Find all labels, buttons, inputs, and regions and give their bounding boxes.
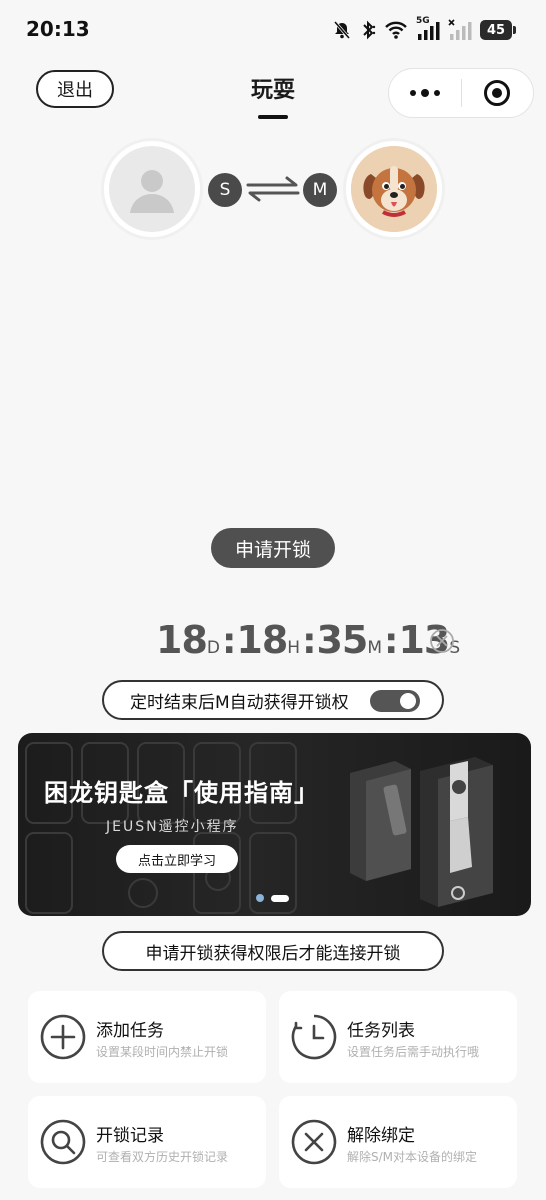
- card-title: 解除绑定: [347, 1126, 415, 1146]
- badge-m: M: [303, 173, 337, 207]
- title-underline: [258, 115, 288, 119]
- task-list-card[interactable]: 任务列表 设置任务后需手动执行哦: [279, 991, 517, 1083]
- banner-dot-active[interactable]: [271, 894, 289, 902]
- request-unlock-button[interactable]: 申请开锁: [211, 528, 335, 568]
- card-desc: 设置任务后需手动执行哦: [347, 1045, 480, 1059]
- banner-dot[interactable]: [256, 894, 264, 902]
- card-desc: 解除S/M对本设备的绑定: [347, 1150, 478, 1164]
- countdown-days-unit: D: [206, 638, 220, 658]
- avatar-m[interactable]: [346, 141, 442, 237]
- guide-banner[interactable]: 困龙钥匙盒「使用指南」 JEUSN遥控小程序 点击立即学习: [18, 733, 531, 916]
- unbind-card[interactable]: 解除绑定 解除S/M对本设备的绑定: [279, 1096, 517, 1188]
- dog-avatar-icon: [351, 146, 437, 232]
- default-user-icon: [109, 146, 195, 232]
- search-icon: [40, 1119, 86, 1165]
- countdown-separator: :: [384, 621, 399, 662]
- signal-x-icon: [448, 19, 472, 41]
- learn-now-button[interactable]: 点击立即学习: [116, 845, 238, 873]
- key-box-product-image: [338, 743, 518, 916]
- mini-program-capsule: [388, 68, 534, 118]
- banner-subtitle: JEUSN遥控小程序: [106, 819, 239, 835]
- permission-notice: 申请开锁获得权限后才能连接开锁: [102, 931, 444, 971]
- bell-muted-icon: [332, 20, 352, 40]
- close-circle-icon: [291, 1119, 337, 1165]
- card-desc: 可查看双方历史开锁记录: [96, 1150, 229, 1164]
- network-label: 5G: [416, 16, 430, 26]
- swap-arrows-icon: [246, 175, 300, 207]
- unlock-log-card[interactable]: 开锁记录 可查看双方历史开锁记录: [28, 1096, 266, 1188]
- bluetooth-icon: [360, 20, 376, 40]
- battery-icon: 45: [480, 19, 516, 41]
- countdown-minutes-unit: M: [367, 638, 383, 658]
- add-task-card[interactable]: 添加任务 设置某段时间内禁止开锁: [28, 991, 266, 1083]
- auto-unlock-label: 定时结束后M自动获得开锁权: [130, 692, 349, 713]
- more-dots-icon[interactable]: [389, 68, 461, 118]
- toggle-knob: [400, 693, 416, 709]
- countdown-hours: 18: [236, 618, 288, 662]
- card-desc: 设置某段时间内禁止开锁: [96, 1045, 229, 1059]
- battery-level: 45: [486, 22, 506, 38]
- countdown-separator: :: [221, 621, 237, 662]
- banner-title: 困龙钥匙盒「使用指南」: [44, 779, 319, 807]
- countdown-minutes: 35: [316, 618, 368, 662]
- card-title: 添加任务: [96, 1021, 164, 1041]
- signal-5g-icon: 5G: [416, 16, 440, 41]
- countdown-days: 18: [156, 618, 208, 662]
- countdown-hours-unit: H: [287, 638, 301, 658]
- banner-pagination: [256, 894, 289, 902]
- circle-x-icon[interactable]: [429, 628, 455, 658]
- clock-icon: [291, 1014, 337, 1060]
- wifi-icon: [384, 20, 408, 40]
- auto-unlock-setting: 定时结束后M自动获得开锁权: [102, 680, 444, 720]
- target-close-icon[interactable]: [462, 68, 534, 118]
- auto-unlock-toggle[interactable]: [370, 690, 420, 712]
- card-title: 任务列表: [347, 1021, 415, 1041]
- countdown-timer: 18 D : 18 H : 35 M : 13 S: [156, 618, 462, 670]
- card-title: 开锁记录: [96, 1126, 164, 1146]
- plus-circle-icon: [40, 1014, 86, 1060]
- status-icons: 5G 45: [332, 16, 516, 43]
- status-bar: 20:13 5G 45: [0, 0, 546, 60]
- badge-s: S: [208, 173, 242, 207]
- avatar-s[interactable]: [104, 141, 200, 237]
- status-time: 20:13: [26, 17, 90, 41]
- countdown-separator: :: [302, 621, 317, 662]
